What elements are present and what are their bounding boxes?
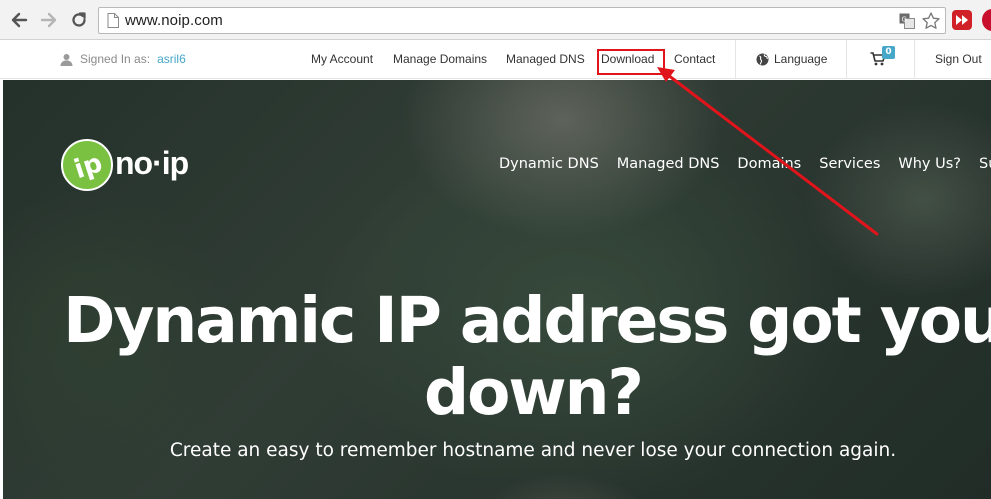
language-selector[interactable]: Language bbox=[756, 52, 827, 66]
manage-domains-link[interactable]: Manage Domains bbox=[393, 52, 487, 66]
forward-arrow-icon bbox=[40, 12, 57, 28]
logo-mark-icon: ip bbox=[71, 148, 106, 185]
nav-services[interactable]: Services bbox=[819, 156, 880, 172]
divider bbox=[914, 40, 915, 79]
back-arrow-icon bbox=[11, 12, 28, 28]
translate-icon[interactable]: G bbox=[899, 13, 915, 29]
logo-mark: ip bbox=[61, 139, 113, 191]
sign-out-link[interactable]: Sign Out bbox=[935, 52, 982, 66]
divider bbox=[846, 40, 847, 79]
cart-count-badge: 0 bbox=[882, 46, 895, 59]
adblock-extension-button[interactable] bbox=[982, 9, 991, 31]
language-label: Language bbox=[774, 52, 828, 66]
nav-support[interactable]: Support bbox=[979, 156, 991, 172]
signed-in-status: Signed In as: asril6 bbox=[60, 52, 186, 66]
download-highlight-box bbox=[597, 49, 665, 75]
url-text[interactable]: www.noip.com bbox=[125, 12, 223, 29]
hero-subheadline: Create an easy to remember hostname and … bbox=[169, 440, 897, 461]
account-bar: Signed In as: asril6 My Account Manage D… bbox=[0, 40, 991, 79]
hero-headline-line-1: Dynamic IP address got you bbox=[63, 284, 991, 357]
svg-text:ip: ip bbox=[71, 148, 106, 185]
reload-icon bbox=[72, 12, 86, 27]
nav-managed-dns[interactable]: Managed DNS bbox=[617, 156, 720, 172]
nav-dynamic-dns[interactable]: Dynamic DNS bbox=[499, 156, 599, 172]
hero-section: ip no·ip Dynamic DNS Managed DNS Domains… bbox=[3, 80, 991, 499]
main-nav: Dynamic DNS Managed DNS Domains Services… bbox=[499, 156, 991, 172]
divider bbox=[735, 40, 736, 79]
user-icon bbox=[60, 53, 73, 66]
fast-forward-icon bbox=[956, 15, 968, 25]
browser-toolbar: www.noip.com G bbox=[0, 0, 991, 40]
forward-button[interactable] bbox=[38, 9, 60, 31]
nav-why-us[interactable]: Why Us? bbox=[898, 156, 961, 172]
globe-icon bbox=[756, 53, 769, 65]
hero-headline: Dynamic IP address got you down? bbox=[3, 285, 991, 429]
back-button[interactable] bbox=[8, 9, 30, 31]
hero-headline-line-2: down? bbox=[424, 356, 644, 429]
address-bar[interactable]: www.noip.com G bbox=[98, 7, 946, 34]
page-icon bbox=[107, 13, 119, 28]
username[interactable]: asril6 bbox=[157, 52, 186, 66]
managed-dns-link[interactable]: Managed DNS bbox=[506, 52, 585, 66]
contact-link[interactable]: Contact bbox=[674, 52, 715, 66]
svg-text:G: G bbox=[902, 16, 907, 24]
extension-button[interactable] bbox=[952, 10, 972, 30]
nav-domains[interactable]: Domains bbox=[737, 156, 801, 172]
logo-text: no·ip bbox=[115, 145, 189, 181]
my-account-link[interactable]: My Account bbox=[311, 52, 373, 66]
noip-logo[interactable]: ip no·ip bbox=[61, 139, 191, 193]
signed-in-label: Signed In as: bbox=[80, 52, 151, 66]
reload-button[interactable] bbox=[68, 9, 90, 31]
star-icon[interactable] bbox=[921, 11, 941, 31]
